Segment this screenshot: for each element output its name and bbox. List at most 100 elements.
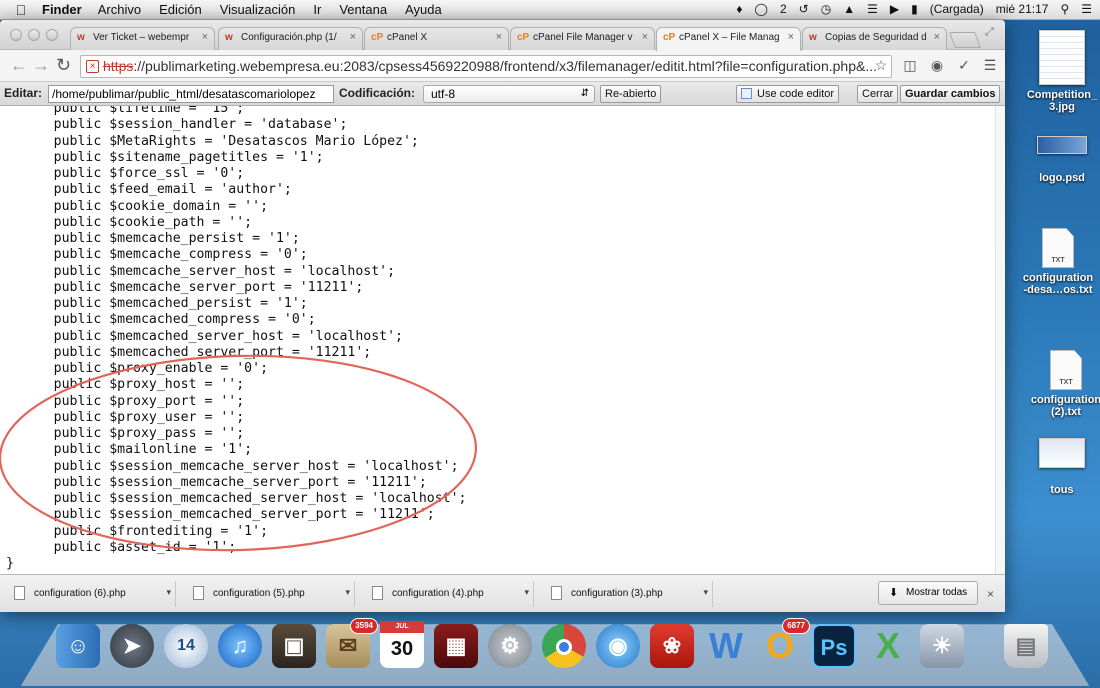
- time-machine-icon[interactable]: ◷: [821, 2, 831, 16]
- minimize-window-icon[interactable]: [28, 29, 40, 41]
- code-line: public $memcache_persist = '1';: [6, 231, 300, 246]
- finder-dock-icon[interactable]: ☺: [56, 624, 100, 668]
- tab-label: cPanel X – File Manag: [679, 32, 780, 43]
- battery-icon[interactable]: ▮: [911, 2, 918, 16]
- desktop-file-logo[interactable]: logo.psd: [1022, 136, 1100, 184]
- dropdown-arrow-icon[interactable]: ▾: [166, 587, 171, 598]
- menu-ir[interactable]: Ir: [313, 2, 321, 17]
- globe-dock-icon[interactable]: ◉: [596, 624, 640, 668]
- spotlight-icon[interactable]: ⚲: [1060, 2, 1069, 16]
- clock-app-dock-icon[interactable]: 14: [164, 624, 208, 668]
- screenshot-thumbnail-icon: [1039, 438, 1085, 468]
- calendar-month: JUL: [380, 621, 424, 633]
- menu-ventana[interactable]: Ventana: [339, 2, 387, 17]
- outlook-dock-icon[interactable]: O 6877: [758, 618, 810, 668]
- menu-app-name[interactable]: Finder: [42, 2, 82, 17]
- tab-close-icon[interactable]: ×: [934, 31, 940, 43]
- close-shelf-icon[interactable]: ×: [987, 587, 994, 601]
- menu-edicion[interactable]: Edición: [159, 2, 202, 17]
- word-dock-icon[interactable]: W: [704, 624, 748, 668]
- tab-strip: w Ver Ticket – webempr × w Configuración…: [0, 20, 1005, 51]
- back-arrow-icon[interactable]: ←: [10, 55, 28, 76]
- download-item[interactable]: configuration (6).php ▾: [4, 581, 176, 607]
- trash-dock-icon[interactable]: ▤: [1004, 624, 1048, 668]
- dropdown-arrow-icon[interactable]: ▾: [703, 587, 708, 598]
- menu-ayuda[interactable]: Ayuda: [405, 2, 442, 17]
- tab-file-manager[interactable]: cP cPanel File Manager v ×: [510, 27, 655, 51]
- tab-cpanel-file-manager-active[interactable]: cP cPanel X – File Manag ×: [656, 27, 801, 51]
- tab-ver-ticket[interactable]: w Ver Ticket – webempr ×: [70, 27, 215, 51]
- battery-status[interactable]: (Cargada): [930, 2, 984, 16]
- wifi-icon[interactable]: ☰: [867, 2, 878, 16]
- tab-copias-seguridad[interactable]: w Copias de Seguridad d ×: [802, 27, 947, 51]
- system-preferences-dock-icon[interactable]: ⚙: [488, 624, 532, 668]
- download-item[interactable]: configuration (3).php ▾: [541, 581, 713, 607]
- forward-arrow-icon[interactable]: →: [32, 55, 50, 76]
- file-path-input[interactable]: [48, 85, 334, 103]
- status-circle-icon[interactable]: ◯: [755, 2, 768, 16]
- reload-icon[interactable]: ↻: [56, 55, 71, 76]
- close-window-icon[interactable]: [10, 29, 22, 41]
- chrome-dock-icon[interactable]: [542, 624, 586, 668]
- address-bar[interactable]: × https://publimarketing.webempresa.eu:2…: [80, 55, 892, 78]
- tab-close-icon[interactable]: ×: [642, 31, 648, 43]
- desktop-file-configuration-desa[interactable]: TXT configuration -desa…os.txt: [1018, 228, 1098, 296]
- broken-lock-icon[interactable]: ×: [86, 60, 99, 73]
- notification-center-icon[interactable]: ☰: [1081, 2, 1092, 16]
- tab-close-icon[interactable]: ×: [350, 31, 356, 43]
- calendar-dock-icon[interactable]: JUL 30: [380, 621, 424, 668]
- photo-booth-dock-icon[interactable]: ▦: [434, 624, 478, 668]
- bookmark-star-icon[interactable]: ☆: [871, 57, 891, 75]
- desktop-file-tous[interactable]: tous: [1022, 438, 1100, 496]
- encoding-label: Codificación:: [339, 86, 416, 100]
- photoshop-dock-icon[interactable]: Ps: [812, 624, 856, 668]
- bluetooth-icon[interactable]: ▲: [843, 2, 855, 16]
- dropdown-arrow-icon[interactable]: ▾: [524, 587, 529, 598]
- tab-configuracion[interactable]: w Configuración.php (1/ ×: [218, 27, 363, 51]
- reopen-button[interactable]: Re-abierto: [600, 85, 662, 103]
- tab-close-icon[interactable]: ×: [496, 31, 502, 43]
- encoding-select[interactable]: utf-8 ⇵: [423, 85, 595, 103]
- show-all-downloads-button[interactable]: ⬇ Mostrar todas: [878, 581, 978, 605]
- menu-icon[interactable]: ☰: [980, 57, 1000, 75]
- code-editor-area[interactable]: public $lifetime = '15'; public $session…: [0, 106, 1005, 594]
- desktop-file-configuration-2[interactable]: TXT configuration (2).txt: [1026, 350, 1100, 418]
- wrench-icon[interactable]: ✓: [954, 57, 974, 75]
- mail-dock-icon[interactable]: ✉ 3594: [326, 618, 378, 668]
- clock[interactable]: mié 21:17: [996, 2, 1049, 16]
- tab-close-icon[interactable]: ×: [788, 31, 794, 43]
- tab-close-icon[interactable]: ×: [202, 31, 208, 43]
- menu-archivo[interactable]: Archivo: [98, 2, 141, 17]
- preview-dock-icon[interactable]: ☀: [920, 624, 964, 668]
- extension-icon[interactable]: ◫: [900, 57, 920, 75]
- notification-bell-icon[interactable]: ♦: [736, 2, 742, 16]
- volume-icon[interactable]: ▶: [890, 2, 899, 16]
- photos-dock-icon[interactable]: ▣: [272, 624, 316, 668]
- owl-extension-icon[interactable]: ◉: [927, 57, 947, 75]
- vertical-scrollbar[interactable]: [995, 106, 1005, 594]
- itunes-dock-icon[interactable]: ♫: [218, 624, 262, 668]
- fullscreen-icon[interactable]: ⤢: [985, 26, 994, 39]
- dropdown-arrow-icon[interactable]: ▾: [345, 587, 350, 598]
- save-changes-button[interactable]: Guardar cambios: [900, 85, 1001, 103]
- zoom-window-icon[interactable]: [46, 29, 58, 41]
- browser-toolbar: ← → ↻ × https://publimarketing.webempres…: [0, 50, 1005, 82]
- download-item[interactable]: configuration (4).php ▾: [362, 581, 534, 607]
- use-code-editor-button[interactable]: Use code editor: [736, 85, 840, 103]
- acrobat-dock-icon[interactable]: ❀: [650, 624, 694, 668]
- launchpad-dock-icon[interactable]: ➤: [110, 624, 154, 668]
- excel-dock-icon[interactable]: X: [866, 624, 910, 668]
- new-tab-button[interactable]: [949, 32, 981, 48]
- download-filename: configuration (3).php: [571, 588, 663, 599]
- menu-extra-badge[interactable]: 2: [780, 2, 787, 16]
- tab-cpanel-x[interactable]: cP cPanel X ×: [364, 27, 509, 51]
- apple-menu-icon[interactable]: : [0, 2, 42, 18]
- cpanel-favicon-icon: cP: [663, 32, 676, 43]
- desktop-file-competition[interactable]: Competition_ 3.jpg: [1022, 30, 1100, 113]
- close-editor-button[interactable]: Cerrar: [857, 85, 899, 103]
- sync-icon[interactable]: ↺: [799, 2, 809, 16]
- download-item[interactable]: configuration (5).php ▾: [183, 581, 355, 607]
- url-rest: ://publimarketing.webempresa.eu:2083/cps…: [133, 58, 877, 74]
- menu-visualizacion[interactable]: Visualización: [220, 2, 296, 17]
- document-icon: [551, 586, 562, 600]
